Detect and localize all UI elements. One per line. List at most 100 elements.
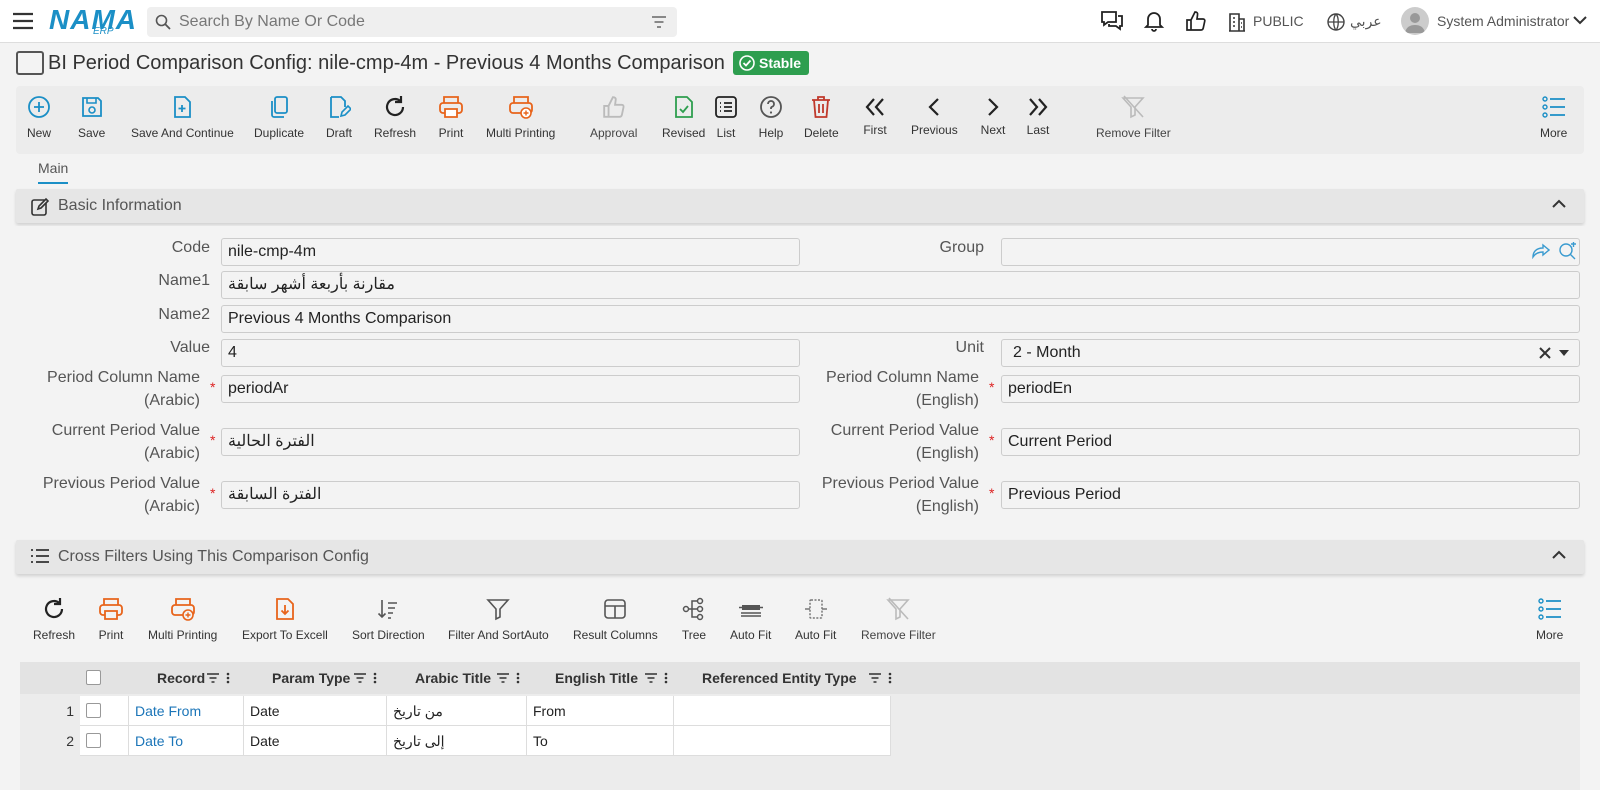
grid-header: Record Param Type Arabic Title English T… xyxy=(20,662,1580,694)
approval-button[interactable]: Approval xyxy=(590,94,637,140)
basic-information-header[interactable]: Basic Information xyxy=(16,189,1584,223)
name2-field[interactable]: Previous 4 Months Comparison xyxy=(221,305,1580,333)
current-period-ar-label: Current Period Value (Arabic) xyxy=(16,419,200,465)
column-filter-icon[interactable] xyxy=(644,672,658,684)
chat-icon[interactable] xyxy=(1100,10,1124,32)
unit-select[interactable]: 2 - Month xyxy=(1001,339,1580,367)
list-button[interactable]: List xyxy=(713,94,739,140)
column-header-param-type[interactable]: Param Type xyxy=(262,662,405,694)
column-menu-icon[interactable] xyxy=(373,672,377,684)
user-name[interactable]: System Administrator xyxy=(1437,13,1569,29)
grid-print-button[interactable]: Print xyxy=(98,596,124,642)
table-row[interactable]: 1 Date From Date من تاريخ From xyxy=(20,696,891,726)
help-button[interactable]: Help xyxy=(758,94,784,140)
grid-remove-filter-button[interactable]: Remove Filter xyxy=(861,596,936,642)
period-column-ar-field[interactable]: periodAr xyxy=(221,375,800,403)
language-switch[interactable]: عربي xyxy=(1350,13,1382,30)
chevron-down-icon[interactable] xyxy=(1573,16,1587,26)
filter-icon[interactable] xyxy=(651,15,667,29)
tenant-label[interactable]: PUBLIC xyxy=(1253,13,1304,29)
column-tools xyxy=(644,672,668,684)
multi-printing-button[interactable]: Multi Printing xyxy=(486,94,555,140)
draft-label: Draft xyxy=(326,126,353,140)
grid-multi-printing-button[interactable]: Multi Printing xyxy=(148,596,217,642)
value-field[interactable]: 4 xyxy=(221,339,800,367)
bell-icon[interactable] xyxy=(1143,10,1165,32)
chevron-up-icon[interactable] xyxy=(1552,199,1566,209)
print-button[interactable]: Print xyxy=(438,94,464,140)
save-button-label: Save xyxy=(78,126,106,140)
grid-refresh-button[interactable]: Refresh xyxy=(33,596,75,642)
select-all-checkbox[interactable] xyxy=(86,670,101,685)
column-header-arabic-title[interactable]: Arabic Title xyxy=(405,662,545,694)
column-filter-icon[interactable] xyxy=(496,672,510,684)
thumbs-up-icon[interactable] xyxy=(1185,10,1207,32)
row-checkbox[interactable] xyxy=(86,703,101,718)
chevron-up-icon[interactable] xyxy=(1552,550,1566,560)
current-period-en-field[interactable]: Current Period xyxy=(1001,428,1580,456)
refresh-button[interactable]: Refresh xyxy=(374,94,416,140)
export-to-excel-button[interactable]: Export To Excell xyxy=(242,596,328,642)
more-button[interactable]: More xyxy=(1540,94,1567,140)
globe-icon[interactable] xyxy=(1327,13,1345,31)
last-button[interactable]: Last xyxy=(1025,94,1051,137)
revised-button[interactable]: Revised xyxy=(662,94,705,140)
tab-main[interactable]: Main xyxy=(38,160,69,184)
duplicate-button[interactable]: Duplicate xyxy=(254,94,304,140)
export-to-excel-label: Export To Excell xyxy=(242,628,328,642)
current-period-ar-field[interactable]: الفترة الحالية xyxy=(221,428,800,456)
column-filter-icon[interactable] xyxy=(206,672,220,684)
sort-direction-button[interactable]: Sort Direction xyxy=(352,596,425,642)
column-header-record[interactable]: Record xyxy=(147,662,262,694)
building-icon[interactable] xyxy=(1228,12,1246,32)
auto-fit-label: Auto Fit xyxy=(730,628,772,642)
help-label: Help xyxy=(758,126,784,140)
column-header-english-title[interactable]: English Title xyxy=(545,662,692,694)
table-row[interactable]: 2 Date To Date إلى تاريخ To xyxy=(20,726,891,756)
code-field[interactable]: nile-cmp-4m xyxy=(221,238,800,266)
column-menu-icon[interactable] xyxy=(226,672,230,684)
group-field[interactable] xyxy=(1001,238,1580,266)
draft-button[interactable]: Draft xyxy=(326,94,352,140)
save-button[interactable]: Save xyxy=(78,94,105,140)
previous-button[interactable]: Previous xyxy=(911,94,958,137)
column-filter-icon[interactable] xyxy=(868,672,882,684)
user-avatar-icon[interactable] xyxy=(1401,7,1429,35)
column-filter-icon[interactable] xyxy=(353,672,367,684)
search-input[interactable] xyxy=(179,11,629,33)
multi-printing-label: Multi Printing xyxy=(486,126,556,140)
menu-icon[interactable] xyxy=(12,10,34,32)
column-menu-icon[interactable] xyxy=(516,672,520,684)
share-icon[interactable] xyxy=(1532,243,1550,259)
next-button[interactable]: Next xyxy=(980,94,1006,137)
filter-and-sort-button[interactable]: Filter And SortAuto xyxy=(448,596,549,642)
column-menu-icon[interactable] xyxy=(888,672,892,684)
auto-fit-alt-button[interactable]: Auto Fit xyxy=(795,596,836,642)
remove-filter-button[interactable]: Remove Filter xyxy=(1096,94,1171,140)
delete-button[interactable]: Delete xyxy=(804,94,839,140)
row-checkbox[interactable] xyxy=(86,733,101,748)
previous-period-en-field[interactable]: Previous Period xyxy=(1001,481,1580,509)
result-columns-button[interactable]: Result Columns xyxy=(573,596,658,642)
column-tools xyxy=(206,672,230,684)
search-add-icon[interactable] xyxy=(1558,242,1576,260)
cross-filters-header[interactable]: Cross Filters Using This Comparison Conf… xyxy=(16,540,1584,574)
record-link[interactable]: Date From xyxy=(129,696,244,726)
save-and-continue-button[interactable]: Save And Continue xyxy=(131,94,234,140)
auto-fit-button[interactable]: Auto Fit xyxy=(730,596,771,642)
first-button[interactable]: First xyxy=(862,94,888,137)
column-menu-icon[interactable] xyxy=(664,672,668,684)
previous-period-ar-field[interactable]: الفترة السابقة xyxy=(221,481,800,509)
name1-field[interactable]: مقارنة بأربعة أشهر سابقة xyxy=(221,271,1580,299)
previous-period-en-label-line1: Previous Period Value xyxy=(821,475,979,492)
status-badge: Stable xyxy=(733,51,810,75)
period-column-en-field[interactable]: periodEn xyxy=(1001,375,1580,403)
thumbs-up-icon xyxy=(601,94,627,120)
logo[interactable]: NAMA ERP xyxy=(49,4,136,38)
grid-more-button[interactable]: More xyxy=(1536,596,1563,642)
tree-button[interactable]: Tree xyxy=(681,596,707,642)
clear-icon[interactable] xyxy=(1539,347,1551,359)
new-button[interactable]: New xyxy=(26,94,52,140)
dropdown-caret-icon[interactable] xyxy=(1559,350,1569,356)
record-link[interactable]: Date To xyxy=(129,726,244,756)
